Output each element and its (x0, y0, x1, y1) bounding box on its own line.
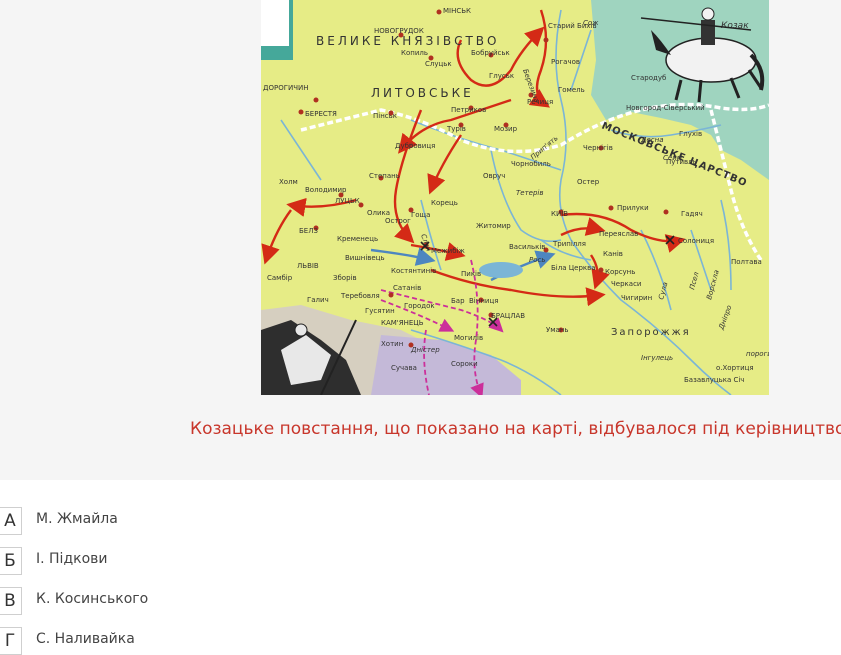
answer-letter-c[interactable]: В (0, 587, 22, 615)
city-glusk: Глуськ (489, 72, 514, 80)
river-dnister-label: Дністер (410, 346, 440, 354)
city-ostroh: Острог (385, 217, 411, 225)
city-gomel: Гомель (558, 86, 585, 94)
city-pinsk: Пінськ (373, 112, 397, 120)
city-pereiaslav: Переяслав (599, 230, 638, 238)
city-dubrovytsia: Дубровиця (395, 142, 435, 150)
city-hadiach: Гадяч (681, 210, 703, 218)
city-trypillia: Трипілля (552, 240, 586, 248)
answer-text-c[interactable]: К. Косинського (36, 591, 148, 607)
city-starodub: Стародуб (631, 74, 666, 82)
city-mezhybizh: Межибіж (431, 247, 465, 255)
historical-map: ВЕЛИКЕ КНЯЗІВСТВО ЛИТОВСЬКЕ МОСКОВСЬКЕ Ц… (261, 0, 769, 395)
city-turov: Турів (446, 125, 466, 133)
city-mohyliv: Могилів (454, 334, 483, 342)
city-khotyn: Хотин (381, 340, 403, 348)
answer-option-a[interactable]: А М. Жмайла (0, 507, 400, 535)
label-grand-duchy-1: ВЕЛИКЕ КНЯЗІВСТВО (316, 34, 499, 48)
river-sozh-label: Сож (583, 19, 599, 27)
city-horodok: Городок (404, 302, 435, 310)
city-lutsk: ЛУЦЬК (335, 197, 360, 205)
city-bila-tserkva: Біла Церква (551, 264, 596, 272)
city-ovruch: Овруч (483, 172, 505, 180)
city-bobruisk: Бобруйськ (471, 49, 510, 57)
city-novgorod-siversky: Новгород-Сіверський (626, 104, 705, 112)
city-kostiantyniv: Костянтинів (391, 267, 436, 275)
answer-option-b[interactable]: Б І. Підкови (0, 547, 400, 575)
answer-letter-d[interactable]: Г (0, 627, 22, 655)
river-seim-label: Сейм (663, 154, 683, 162)
city-berestia: БЕРЕСТЯ (305, 110, 337, 118)
city-vinnytsia: Вінниця (469, 297, 498, 305)
city-vasylkiv: Васильків (509, 243, 545, 251)
city-hoshcha: Гоща (411, 211, 430, 219)
city-volodymyr: Володимир (305, 186, 347, 194)
city-olyka: Олика (367, 209, 390, 217)
reservoir (479, 262, 523, 278)
answer-letter-a[interactable]: А (0, 507, 22, 535)
river-desna-label: Десна (640, 136, 664, 144)
river-ros-label: Рось (529, 256, 545, 264)
answer-option-d[interactable]: Г С. Наливайка (0, 627, 400, 655)
city-kaniv: Канів (603, 250, 623, 258)
city-bazavluk: Базавлуцька Січ (684, 376, 744, 384)
city-sambir: Самбір (267, 274, 293, 282)
answer-text-d[interactable]: С. Наливайка (36, 631, 135, 647)
city-lviv: ЛЬВІВ (297, 262, 319, 270)
city-kremenets: Кременець (337, 235, 378, 243)
city-drohichyn: ДОРОГИЧИН (263, 84, 309, 92)
city-hlukhiv: Глухів (679, 130, 702, 138)
city-terebovlia: Теребовля (340, 292, 380, 300)
city-bar: Бар (451, 297, 465, 305)
city-korets: Корець (431, 199, 458, 207)
city-husiatyn: Гусятин (365, 307, 395, 315)
city-uman: Умань (546, 326, 569, 334)
city-novogrudok: НОВОГРУДОК (374, 27, 424, 35)
city-rogachev: Рогачов (551, 58, 580, 66)
map-edge-inset (261, 0, 289, 46)
city-chyhyryn: Чигирин (621, 294, 652, 302)
question-area: ВЕЛИКЕ КНЯЗІВСТВО ЛИТОВСЬКЕ МОСКОВСЬКЕ Ц… (0, 0, 841, 480)
city-halych: Галич (307, 296, 329, 304)
city-khortytsia: о.Хортиця (716, 364, 754, 372)
question-text: Козацьке повстання, що показано на карті… (190, 419, 841, 439)
city-zboriv: Зборів (333, 274, 357, 282)
city-suchava: Сучава (391, 364, 417, 372)
city-kopyl: Копиль (401, 49, 428, 57)
river-teteriv-label: Тетерів (516, 189, 543, 197)
city-poltava: Полтава (731, 258, 762, 266)
city-stepan: Степань (369, 172, 400, 180)
city-kamianets: КАМ'ЯНЕЦЬ (381, 319, 424, 327)
city-pryluky: Прилуки (617, 204, 649, 212)
label-zaporozhia: Запорожжя (611, 327, 691, 338)
label-grand-duchy-2: ЛИТОВСЬКЕ (371, 86, 474, 100)
city-slutsk: Слуцьк (425, 60, 452, 68)
city-kyiv: КИЇВ (551, 209, 568, 218)
answer-text-b[interactable]: І. Підкови (36, 551, 108, 567)
city-zhytomyr: Житомир (476, 222, 511, 230)
city-pyliava: Пиків (461, 270, 481, 278)
city-solonytsia: Солониця (678, 237, 714, 245)
city-oster: Остер (577, 178, 600, 186)
city-vyshnivets: Вишнівець (345, 254, 385, 262)
city-kholm: Холм (279, 178, 298, 186)
city-korsun: Корсунь (605, 268, 635, 276)
rapids-label: пороги (746, 350, 769, 358)
city-mozyr: Мозир (494, 125, 518, 133)
city-belz: БЕЛЗ (299, 227, 318, 235)
city-chernihiv: Чернігів (583, 144, 613, 152)
city-cherkasy: Черкаси (611, 280, 641, 288)
city-petrykov: Петриков (451, 106, 486, 114)
answer-option-c[interactable]: В К. Косинського (0, 587, 400, 615)
city-satanov: Сатанів (393, 284, 421, 292)
river-ingul-label: Інгулець (641, 354, 673, 362)
city-soroky: Сороки (451, 360, 478, 368)
answer-letter-b[interactable]: Б (0, 547, 22, 575)
city-minsk: МІНСЬК (443, 7, 471, 15)
city-chornobyl: Чорнобиль (511, 160, 551, 168)
answer-text-a[interactable]: М. Жмайла (36, 511, 118, 527)
